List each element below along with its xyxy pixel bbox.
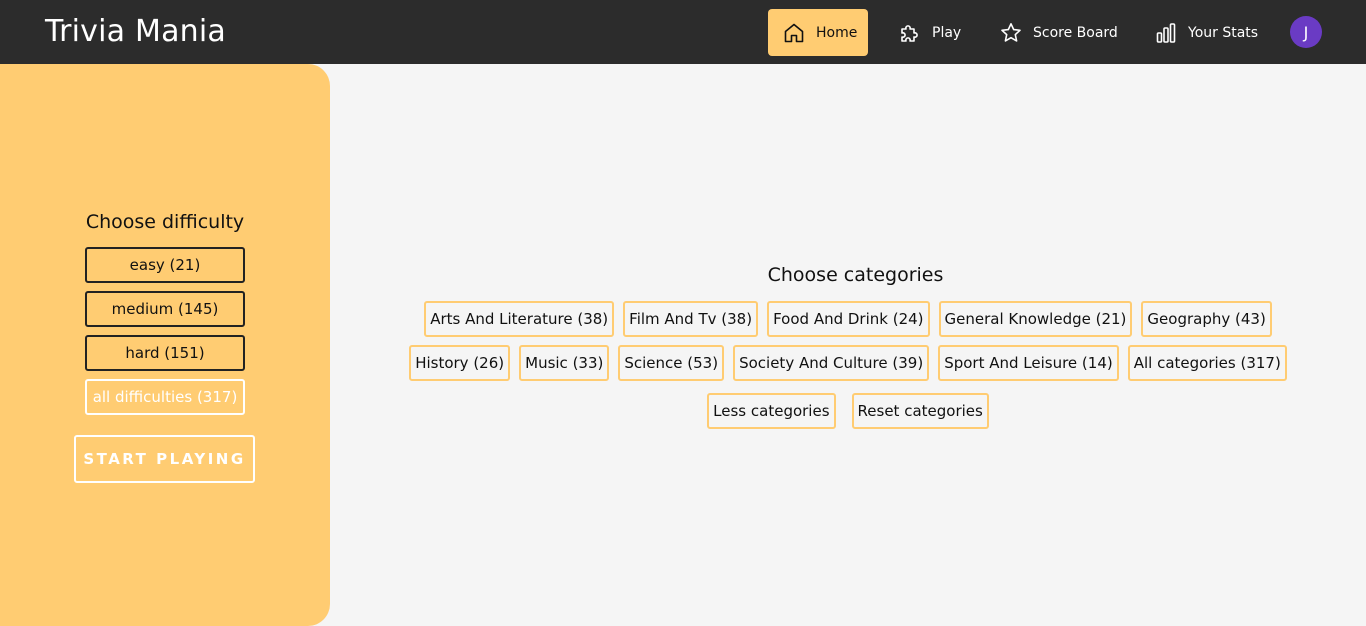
category-actions: Less categories Reset categories: [330, 393, 1366, 429]
category-science-button[interactable]: Science (53): [618, 345, 725, 381]
star-icon: [1001, 22, 1021, 42]
categories-title: Choose categories: [767, 264, 944, 286]
less-categories-button[interactable]: Less categories: [707, 393, 836, 429]
nav-home-label: Home: [816, 24, 858, 41]
category-general-knowledge-button[interactable]: General Knowledge (21): [938, 301, 1133, 337]
user-avatar[interactable]: J: [1290, 16, 1322, 48]
nav-score-board[interactable]: Score Board: [985, 9, 1132, 56]
home-icon: [784, 23, 804, 42]
category-history-button[interactable]: History (26): [409, 345, 511, 381]
nav-your-stats-label: Your Stats: [1188, 24, 1259, 41]
category-geography-button[interactable]: Geography (43): [1141, 301, 1272, 337]
category-music-button[interactable]: Music (33): [519, 345, 610, 381]
category-all-button[interactable]: All categories (317): [1127, 345, 1287, 381]
difficulty-easy-button[interactable]: easy (21): [85, 247, 245, 283]
categories-row-1: Arts And Literature (38) Film And Tv (38…: [330, 301, 1366, 337]
nav-play[interactable]: Play: [884, 9, 975, 56]
category-food-and-drink-button[interactable]: Food And Drink (24): [767, 301, 930, 337]
difficulty-panel: Choose difficulty easy (21) medium (145)…: [0, 64, 330, 626]
nav-home[interactable]: Home: [768, 9, 868, 56]
puzzle-icon: [901, 24, 918, 42]
difficulty-medium-button[interactable]: medium (145): [85, 291, 245, 327]
nav-score-board-label: Score Board: [1033, 24, 1118, 41]
category-film-and-tv-button[interactable]: Film And Tv (38): [623, 301, 759, 337]
category-sport-and-leisure-button[interactable]: Sport And Leisure (14): [938, 345, 1119, 381]
category-arts-and-literature-button[interactable]: Arts And Literature (38): [424, 301, 615, 337]
nav-play-label: Play: [932, 24, 962, 41]
difficulty-all-button[interactable]: all difficulties (317): [85, 379, 245, 415]
app-title: Trivia Mania: [45, 14, 226, 49]
top-navbar: Trivia Mania Home Play Score Board Your …: [0, 0, 1366, 64]
nav-your-stats[interactable]: Your Stats: [1140, 9, 1272, 56]
category-society-and-culture-button[interactable]: Society And Culture (39): [733, 345, 930, 381]
difficulty-hard-button[interactable]: hard (151): [85, 335, 245, 371]
bar-chart-icon: [1156, 22, 1176, 43]
difficulty-title: Choose difficulty: [85, 211, 245, 233]
reset-categories-button[interactable]: Reset categories: [851, 393, 989, 429]
start-playing-button[interactable]: START PLAYING: [74, 435, 255, 483]
categories-row-2: History (26) Music (33) Science (53) Soc…: [330, 345, 1366, 381]
